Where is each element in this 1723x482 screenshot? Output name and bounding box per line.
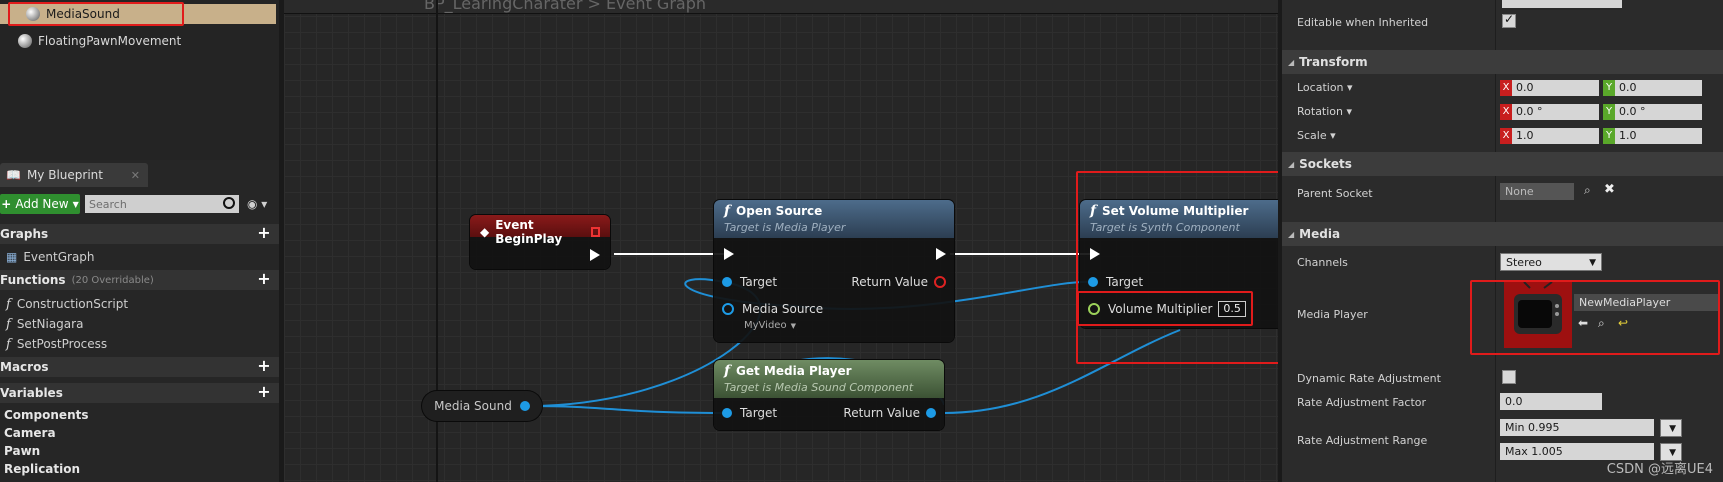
- rotation-y-field[interactable]: 0.0 °: [1615, 104, 1702, 120]
- highlight-box: [1076, 171, 1278, 364]
- variable-category[interactable]: Camera: [4, 426, 56, 440]
- function-icon: f: [724, 363, 731, 379]
- tab-my-blueprint[interactable]: 📖 My Blueprint ✕: [0, 163, 148, 187]
- graph-icon: ▦: [6, 250, 18, 264]
- media-source-pin[interactable]: [722, 303, 734, 315]
- dynamic-rate-checkbox[interactable]: [1502, 370, 1516, 384]
- chevron-down-icon: ▼: [1589, 258, 1596, 268]
- location-y-field[interactable]: 0.0: [1615, 80, 1702, 96]
- scale-x-field[interactable]: 1.0: [1512, 128, 1599, 144]
- section-sockets[interactable]: ◢ Sockets: [1282, 152, 1723, 176]
- media-source-select[interactable]: MyVideo ▼: [744, 320, 796, 331]
- editable-checkbox[interactable]: [1502, 12, 1516, 28]
- add-new-button[interactable]: + Add New ▼: [0, 194, 80, 214]
- channels-dropdown[interactable]: Stereo ▼: [1500, 253, 1602, 271]
- highlight-box: [1470, 280, 1720, 355]
- return-pin[interactable]: [934, 276, 946, 288]
- section-macros[interactable]: Macros +: [0, 357, 279, 377]
- section-variables[interactable]: Variables +: [0, 383, 279, 403]
- variable-category[interactable]: Components: [4, 408, 89, 422]
- node-event-beginplay[interactable]: ◆ Event BeginPlay: [470, 215, 610, 269]
- highlight-box: [1077, 291, 1253, 326]
- sphere-icon: [18, 34, 32, 48]
- watermark: CSDN @远离UE4: [1606, 462, 1713, 477]
- variable-category[interactable]: Replication: [4, 462, 80, 476]
- exec-out-pin[interactable]: [590, 249, 600, 261]
- event-icon: ◆: [480, 225, 490, 239]
- node-media-sound-variable[interactable]: Media Sound: [422, 391, 542, 421]
- eye-icon[interactable]: ◉ ▾: [247, 197, 267, 211]
- highlight-box: [8, 2, 184, 26]
- add-variable-icon[interactable]: +: [257, 384, 271, 400]
- scale-label[interactable]: Scale ▾: [1297, 129, 1336, 142]
- add-function-icon[interactable]: +: [257, 271, 271, 287]
- plus-icon: +: [1, 197, 12, 211]
- node-get-media-player[interactable]: f Get Media Player Target is Media Sound …: [714, 360, 944, 430]
- search-input[interactable]: Search: [85, 195, 239, 213]
- rotation-x-field[interactable]: 0.0 °: [1512, 104, 1599, 120]
- node-open-source[interactable]: f Open Source Target is Media Player Targ…: [714, 200, 954, 342]
- variable-category[interactable]: Pawn: [4, 444, 40, 458]
- rate-min-field[interactable]: Min 0.995: [1500, 419, 1654, 436]
- search-icon: [223, 197, 235, 209]
- section-graphs[interactable]: Graphs +: [0, 224, 279, 244]
- book-icon: 📖: [6, 168, 21, 182]
- delegate-pin[interactable]: [590, 227, 600, 237]
- close-icon[interactable]: ✕: [131, 169, 140, 182]
- search-icon[interactable]: ⌕: [1584, 183, 1591, 198]
- graph-item-eventgraph[interactable]: ▦ EventGraph: [6, 248, 95, 266]
- exec-out-pin[interactable]: [936, 248, 946, 260]
- scale-y-field[interactable]: 1.0: [1615, 128, 1702, 144]
- function-icon: f: [6, 316, 11, 332]
- chevron-down-icon: ▼: [790, 321, 796, 330]
- function-item[interactable]: f SetNiagara: [6, 315, 83, 333]
- exec-in-pin[interactable]: [724, 248, 734, 260]
- event-graph-canvas[interactable]: BP_LearingCharater > Event Graph ◆ Event…: [284, 0, 1278, 482]
- parent-socket-field[interactable]: None: [1500, 183, 1574, 200]
- target-pin[interactable]: [722, 277, 732, 287]
- section-transform[interactable]: ◢ Transform: [1282, 50, 1723, 74]
- add-macro-icon[interactable]: +: [257, 358, 271, 374]
- function-icon: f: [6, 296, 11, 312]
- function-icon: f: [6, 336, 11, 352]
- target-pin[interactable]: [722, 408, 732, 418]
- chevron-down-icon: ▼: [72, 199, 79, 209]
- output-pin[interactable]: [519, 401, 530, 411]
- category-dropdown[interactable]: [1502, 0, 1622, 8]
- section-functions[interactable]: Functions (20 Overridable) +: [0, 270, 279, 290]
- return-pin[interactable]: [926, 408, 936, 418]
- location-label[interactable]: Location ▾: [1297, 81, 1353, 94]
- chevron-down-icon: ▼: [1669, 424, 1676, 434]
- details-panel: Editable when Inherited ◢Transform Locat…: [1282, 0, 1723, 482]
- function-item[interactable]: f SetPostProcess: [6, 335, 107, 353]
- function-icon: f: [724, 203, 731, 219]
- location-x-field[interactable]: 0.0: [1512, 80, 1599, 96]
- left-panel: MediaSound FloatingPawnMovement 📖 My Blu…: [0, 0, 279, 482]
- blueprint-toolbar: + Add New ▼ Search ◉ ▾: [0, 192, 279, 216]
- add-graph-icon[interactable]: +: [257, 225, 271, 241]
- function-item[interactable]: f ConstructionScript: [6, 295, 128, 313]
- rotation-label[interactable]: Rotation ▾: [1297, 105, 1352, 118]
- components-tree: MediaSound FloatingPawnMovement: [0, 0, 279, 160]
- section-media[interactable]: ◢ Media: [1282, 222, 1723, 246]
- rate-min-dropdown[interactable]: ▼: [1660, 419, 1682, 437]
- rate-factor-field[interactable]: 0.0: [1500, 393, 1602, 410]
- clear-icon[interactable]: ✖: [1604, 182, 1615, 197]
- component-floatingpawnmovement[interactable]: FloatingPawnMovement: [0, 31, 276, 51]
